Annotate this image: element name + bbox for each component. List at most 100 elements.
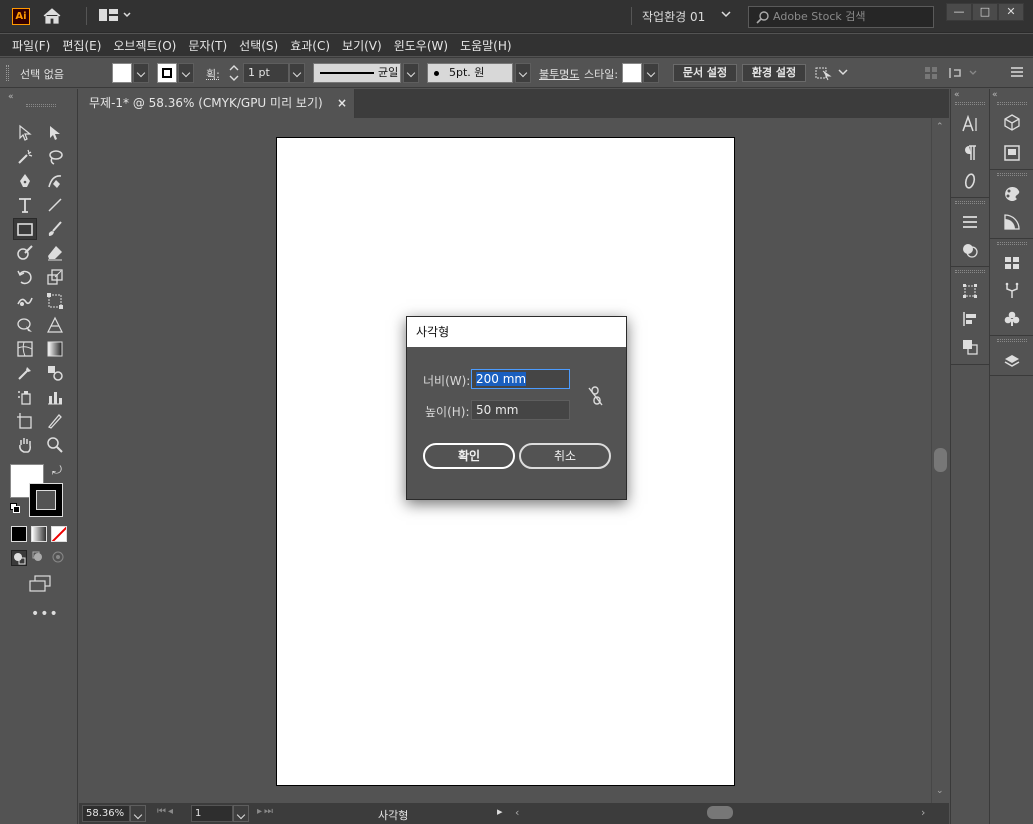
eyedropper-tool-icon[interactable] [13,362,37,384]
artboard-number-field[interactable]: 1 [191,805,233,822]
selection-tool-icon[interactable] [13,122,37,144]
menu-file[interactable]: 파일(F) [6,37,56,54]
gradient-tool-icon[interactable] [43,338,67,360]
magic-wand-tool-icon[interactable] [13,146,37,168]
color-panel-icon[interactable] [1000,182,1024,206]
transform-panel-icon[interactable] [958,279,982,303]
width-input[interactable]: 200 mm [471,369,570,389]
pathfinder-panel-icon[interactable] [958,335,982,359]
document-setup-button[interactable]: 문서 설정 [673,64,737,82]
swatches-panel-icon[interactable] [1000,251,1024,275]
stroke-profile-select[interactable]: 균일 [313,63,401,83]
scroll-down-icon[interactable]: ⌄ [936,786,944,796]
zoom-tool-icon[interactable] [43,434,67,456]
close-button[interactable]: ✕ [998,3,1024,21]
preferences-button[interactable]: 환경 설정 [742,64,806,82]
brushes-panel-icon[interactable] [1000,279,1024,303]
rectangle-tool-icon[interactable] [13,218,37,240]
swap-fill-stroke-icon[interactable]: ⤾ [52,463,62,478]
stroke-profile-dropdown[interactable] [403,63,419,83]
vertical-scrollbar[interactable]: ⌃ ⌄ [931,118,949,803]
line-tool-icon[interactable] [43,194,67,216]
fill-dropdown[interactable] [133,63,149,83]
curvature-tool-icon[interactable] [43,170,67,192]
scroll-up-icon[interactable]: ⌃ [936,122,944,132]
stepper-icon[interactable] [228,63,240,86]
slice-tool-icon[interactable] [43,410,67,432]
rotate-tool-icon[interactable] [13,266,37,288]
stroke-swatch[interactable] [157,63,177,83]
properties-panel-icon[interactable] [1000,111,1024,135]
scroll-right-icon[interactable]: › [921,806,925,819]
paintbrush-tool-icon[interactable] [43,218,67,240]
type-tool-icon[interactable] [13,194,37,216]
stroke-dropdown[interactable] [178,63,194,83]
shape-builder-tool-icon[interactable] [13,314,37,336]
mesh-tool-icon[interactable] [13,338,37,360]
color-mode-icon[interactable] [11,526,27,542]
fill-swatch[interactable] [112,63,132,83]
blend-tool-icon[interactable] [43,362,67,384]
ok-button[interactable]: 확인 [423,443,515,469]
collapse-icon[interactable]: « [992,90,998,100]
artboard-prev-icon[interactable]: ⏮◂ [157,806,175,817]
menu-select[interactable]: 선택(S) [233,37,284,54]
stroke-color-box[interactable] [29,483,63,517]
stroke-label[interactable]: 획: [206,66,220,82]
height-input[interactable]: 50 mm [471,400,570,420]
transparency-panel-icon[interactable] [958,238,982,262]
menu-effect[interactable]: 효과(C) [284,37,336,54]
panel-menu-icon[interactable] [1010,65,1024,82]
pen-tool-icon[interactable] [13,170,37,192]
maximize-button[interactable]: □ [972,3,998,21]
eraser-tool-icon[interactable] [43,242,67,264]
symbols-panel-icon[interactable] [1000,307,1024,331]
artboard-dropdown[interactable] [233,805,249,822]
cancel-button[interactable]: 취소 [519,443,611,469]
style-dropdown[interactable] [643,63,659,83]
stock-search-input[interactable]: Adobe Stock 검색 [748,6,934,28]
none-mode-icon[interactable] [51,526,67,542]
lasso-tool-icon[interactable] [43,146,67,168]
minimize-button[interactable]: — [946,3,972,21]
draw-behind-icon[interactable] [31,550,47,566]
scale-tool-icon[interactable] [43,266,67,288]
edit-toolbar-icon[interactable]: ••• [31,606,59,622]
menu-type[interactable]: 문자(T) [182,37,233,54]
brush-select[interactable]: 5pt. 원 [427,63,513,83]
collapse-icon[interactable]: « [8,92,14,102]
scroll-left-icon[interactable]: ‹ [515,806,519,819]
direct-selection-tool-icon[interactable] [43,122,67,144]
stroke-weight-input[interactable]: 1 pt [243,63,289,83]
select-similar-icon[interactable] [815,64,849,85]
opacity-link[interactable]: 불투명도 [539,66,579,82]
menu-view[interactable]: 보기(V) [336,37,388,54]
warp-tool-icon[interactable] [13,290,37,312]
brush-dropdown[interactable] [515,63,531,83]
artboard-next-icon[interactable]: ▸⏭ [257,806,275,817]
workspace-switcher[interactable]: 작업환경 01 [642,8,705,25]
shaper-tool-icon[interactable] [13,242,37,264]
character-panel-icon[interactable] [958,112,982,136]
gradient-mode-icon[interactable] [31,526,47,542]
transform-icon[interactable] [948,66,988,83]
opentype-panel-icon[interactable] [958,169,982,193]
constrain-proportions-icon[interactable] [587,385,605,410]
home-icon[interactable] [42,7,62,25]
arrange-documents-icon[interactable] [99,9,131,26]
draw-inside-icon[interactable] [51,550,67,566]
menu-object[interactable]: 오브젝트(O) [107,37,182,54]
menu-edit[interactable]: 편집(E) [56,37,107,54]
horizontal-scroll-thumb[interactable] [707,806,733,819]
default-colors-icon[interactable] [10,503,20,513]
libraries-panel-icon[interactable] [1000,141,1024,165]
hand-tool-icon[interactable] [13,434,37,456]
stroke-panel-icon[interactable] [958,210,982,234]
align-icon[interactable] [924,66,938,83]
symbol-sprayer-tool-icon[interactable] [13,386,37,408]
menu-window[interactable]: 윈도우(W) [388,37,454,54]
style-swatch[interactable] [622,63,642,83]
paragraph-panel-icon[interactable] [958,141,982,165]
zoom-dropdown[interactable] [130,805,146,822]
perspective-grid-tool-icon[interactable] [43,314,67,336]
